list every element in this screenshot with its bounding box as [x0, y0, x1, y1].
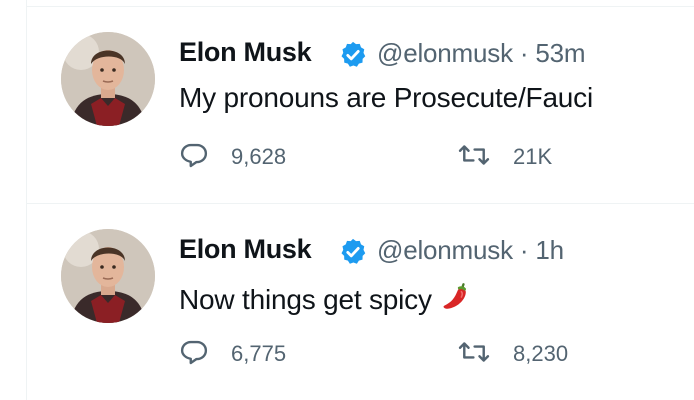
retweet-button[interactable]: 8,230 [457, 337, 568, 371]
separator-dot: · [519, 38, 529, 68]
retweet-icon [457, 140, 491, 175]
reply-button[interactable]: 9,628 [179, 140, 286, 174]
chili-pepper-icon [438, 279, 472, 320]
tweet-time[interactable]: 1h [535, 235, 564, 265]
retweet-count: 8,230 [513, 341, 569, 366]
author-handle-and-time[interactable]: @elonmusk · 53m [377, 38, 586, 69]
retweet-icon [457, 337, 491, 372]
author-name[interactable]: Elon Musk [179, 234, 312, 265]
avatar[interactable] [61, 229, 155, 323]
reply-icon [179, 140, 209, 175]
avatar[interactable] [61, 32, 155, 126]
reply-icon [179, 337, 209, 372]
author-handle[interactable]: @elonmusk [377, 235, 513, 265]
tweet[interactable]: Elon Musk @elonmusk · 53m My pronouns ar… [27, 7, 694, 204]
reply-count: 6,775 [231, 341, 287, 366]
timeline-top-border [26, 0, 694, 7]
author-handle-and-time[interactable]: @elonmusk · 1h [377, 235, 564, 266]
separator-dot: · [519, 235, 529, 265]
verified-badge-icon [338, 237, 368, 267]
retweet-button[interactable]: 21K [457, 140, 552, 174]
tweet-text: Now things get spicy [179, 279, 472, 320]
tweet-time[interactable]: 53m [535, 38, 585, 68]
timeline-left-border [0, 0, 27, 400]
tweet-text-content: Now things get spicy [179, 284, 432, 315]
tweet-text-content: My pronouns are Prosecute/Fauci [179, 82, 594, 113]
verified-badge-icon [338, 40, 368, 70]
reply-button[interactable]: 6,775 [179, 337, 286, 371]
author-handle[interactable]: @elonmusk [377, 38, 513, 68]
author-name[interactable]: Elon Musk [179, 37, 312, 68]
tweet-text: My pronouns are Prosecute/Fauci [179, 82, 593, 114]
tweet[interactable]: Elon Musk @elonmusk · 1h Now things get … [27, 204, 694, 400]
retweet-count: 21K [513, 144, 553, 169]
reply-count: 9,628 [231, 144, 287, 169]
